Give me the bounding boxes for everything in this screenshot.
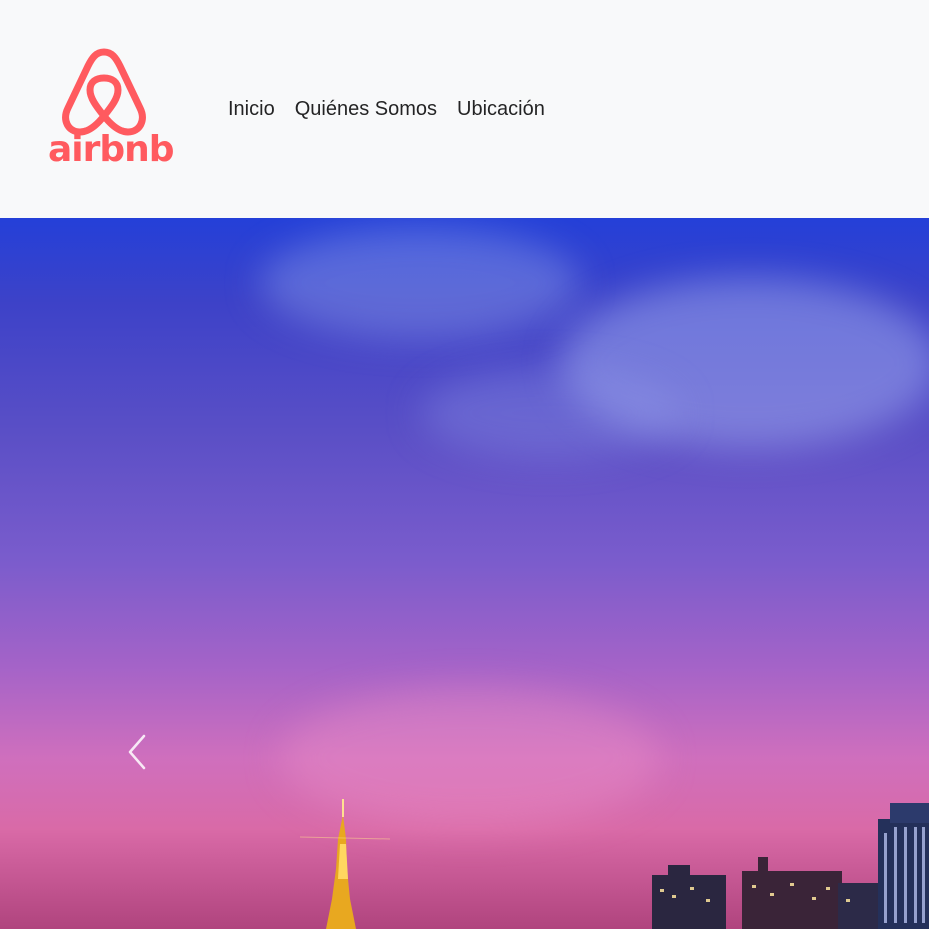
nav-link-inicio[interactable]: Inicio (218, 94, 285, 124)
paris-skyline (299, 799, 929, 929)
eiffel-tower (299, 799, 391, 929)
paris-eiffel-tower-dusk-image (0, 218, 929, 929)
city-buildings (652, 803, 929, 929)
nav-link-quienes-somos[interactable]: Quiénes Somos (285, 94, 447, 124)
cloud-shape (260, 228, 580, 338)
navbar: airbnb Inicio Quiénes Somos Ubicación (0, 0, 929, 218)
hero-carousel (0, 218, 929, 929)
brand-wordmark: airbnb (48, 129, 175, 170)
brand-logo[interactable]: airbnb (48, 46, 175, 170)
carousel-prev-button[interactable] (110, 722, 164, 782)
nav-link-ubicacion[interactable]: Ubicación (447, 94, 555, 124)
cloud-shape (420, 368, 680, 458)
nav-links: Inicio Quiénes Somos Ubicación (218, 94, 555, 124)
airbnb-belo-icon (62, 48, 146, 136)
chevron-left-icon (128, 734, 146, 770)
